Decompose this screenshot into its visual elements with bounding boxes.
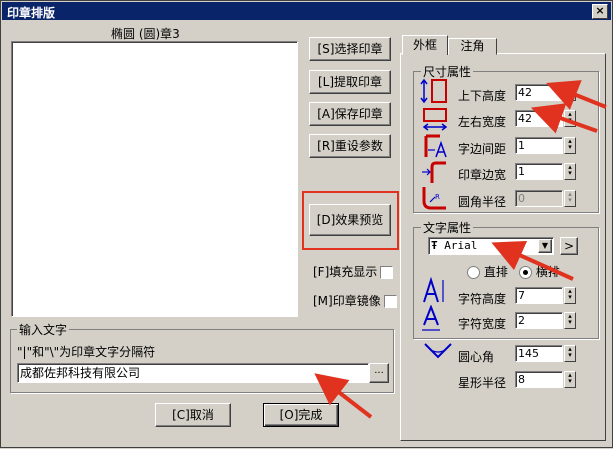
stamp-layout-dialog: 印章排版 × 椭圆 (圆)章3 [S]选择印章 [L]提取印章 [A]保存印章 … xyxy=(0,0,613,448)
arrow-input xyxy=(314,373,373,419)
arrow-font xyxy=(491,240,574,281)
arrow-width xyxy=(530,103,598,134)
annotation-arrows xyxy=(314,80,607,419)
arrow-height xyxy=(546,80,607,110)
